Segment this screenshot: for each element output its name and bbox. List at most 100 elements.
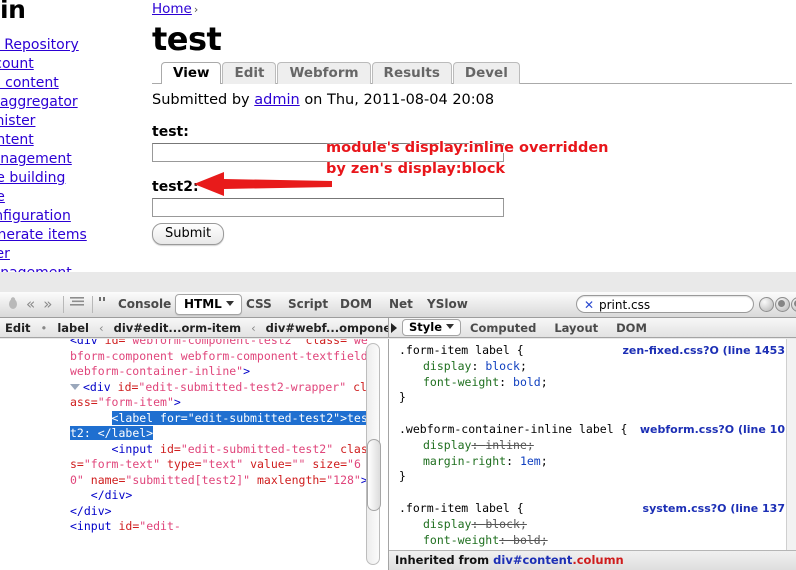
tab-edit[interactable]: Edit [222, 62, 277, 84]
firebug-tab-net[interactable]: Net [389, 296, 413, 313]
submitted-user-link[interactable]: admin [254, 92, 299, 108]
input-test2[interactable] [152, 198, 504, 217]
firebug-search-input[interactable]: ✕ print.css [576, 295, 754, 313]
sidebar-item-9[interactable]: configuration [0, 206, 104, 225]
css-rule-2-decl-0[interactable]: display: block; [399, 517, 796, 533]
crumb-edit[interactable]: Edit [0, 321, 36, 335]
css-rule-2-prop-0[interactable]: display [399, 517, 471, 533]
sidebar-link-6[interactable]: management [0, 150, 72, 168]
sidebar-item-5[interactable]: Content [0, 130, 104, 149]
sidebar-item-12[interactable]: management [0, 263, 104, 272]
css-rule-2-prop-1[interactable]: font-weight [399, 533, 499, 549]
inherited-tag-selector[interactable]: div#content [493, 553, 572, 569]
tab-results[interactable]: Results [371, 62, 452, 84]
firebug-toolbar-button-3[interactable] [791, 297, 796, 312]
firebug-tab-css[interactable]: CSS [246, 296, 272, 313]
clear-search-icon[interactable]: ✕ [584, 297, 594, 313]
firebug-tab-script[interactable]: Script [288, 296, 328, 313]
tab-devel[interactable]: Devel [452, 62, 520, 84]
css-rule-0-decl-1[interactable]: font-weight: bold; [399, 375, 796, 391]
chevron-down-icon[interactable] [225, 301, 234, 306]
style-chevron-down-icon[interactable] [446, 324, 455, 329]
screenshot-root: in ital Repository account ate content e… [0, 0, 796, 570]
css-rule-2-decl-1[interactable]: font-weight: bold; [399, 533, 796, 549]
css-rule-1-prop-0[interactable]: display [399, 438, 471, 454]
tab-webform[interactable]: Webform [277, 62, 371, 84]
forward-chevron-icon[interactable]: » [43, 296, 52, 312]
side-tab-style[interactable]: Style [402, 319, 462, 336]
sidebar-link-5[interactable]: Content [0, 131, 34, 149]
css-rule-0-prop-0[interactable]: display [399, 359, 471, 375]
css-rule-0-decl-0[interactable]: display: block; [399, 359, 796, 375]
sidebar-link-0[interactable]: ital Repository [0, 36, 79, 54]
inherited-class-selector[interactable]: .column [572, 553, 623, 569]
list-lines-icon[interactable] [70, 296, 84, 308]
crumb-label[interactable]: label [52, 321, 94, 335]
css-rule-2-val-0[interactable]: block [485, 517, 520, 531]
quote-marks-icon[interactable] [97, 296, 107, 308]
css-rule-0-source[interactable]: zen-fixed.css?O (line 1453) [622, 343, 790, 359]
sidebar-item-6[interactable]: management [0, 149, 104, 168]
css-rule-1-val-1[interactable]: 1em [520, 454, 541, 468]
side-tab-layout[interactable]: Layout [545, 321, 607, 335]
sidebar-item-4[interactable]: minister [0, 111, 104, 130]
firebug-tab-html[interactable]: HTML [175, 294, 242, 315]
sidebar-link-11[interactable]: User [0, 245, 10, 263]
sidebar-item-1[interactable]: account [0, 54, 104, 73]
sidebar-item-0[interactable]: ital Repository [0, 35, 104, 54]
side-panel-expand-arrow-icon[interactable] [391, 322, 397, 333]
css-rule-1-decl-1[interactable]: margin-right: 1em; [399, 454, 796, 470]
sidebar-item-8[interactable]: Site [0, 187, 104, 206]
sidebar-link-3[interactable]: ed aggregator [0, 93, 78, 111]
firebug-options-icon-group[interactable] [97, 296, 107, 308]
expand-twisty-icon[interactable] [70, 383, 80, 390]
css-rule-1-prop-1[interactable]: margin-right [399, 454, 506, 470]
tab-view[interactable]: View [161, 62, 222, 84]
firebug-history-nav[interactable]: « » [26, 296, 52, 312]
firebug-tab-yslow[interactable]: YSlow [427, 296, 468, 313]
firebug-logo-icon[interactable] [6, 296, 20, 310]
css-rule-1-val-0[interactable]: inline [485, 438, 527, 452]
sidebar-link-1[interactable]: account [0, 55, 34, 73]
crumb-div-form-item[interactable]: div#edit...orm-item [109, 321, 246, 335]
css-rule-0-val-0[interactable]: block [485, 359, 520, 373]
sidebar-link-10[interactable]: Generate items [0, 226, 87, 244]
firebug-toolbar-button-1[interactable] [759, 297, 774, 312]
sidebar-link-4[interactable]: minister [0, 112, 35, 130]
firebug-toolbar-button-2[interactable] [775, 297, 790, 312]
sidebar-link-9[interactable]: configuration [0, 207, 71, 225]
html-scrollbar-thumb[interactable] [367, 439, 381, 511]
crumb-div-webform-component[interactable]: div#webf...omponent [261, 321, 388, 335]
sidebar-link-7[interactable]: Site building [0, 169, 65, 187]
sidebar-link-8[interactable]: Site [0, 188, 5, 206]
sidebar-item-7[interactable]: Site building [0, 168, 104, 187]
sidebar-item-11[interactable]: User [0, 244, 104, 263]
html-source-code[interactable]: <div id="webform-component-test2" class=… [70, 339, 370, 535]
css-style-pane[interactable]: .form-item label { zen-fixed.css?O (line… [388, 339, 796, 570]
css-rule-0-val-1[interactable]: bold [513, 375, 541, 389]
breadcrumb-home-link[interactable]: Home [152, 1, 192, 17]
css-rule-2-val-1[interactable]: bold [513, 533, 541, 547]
submit-button[interactable]: Submit [152, 223, 225, 245]
firebug-tab-console[interactable]: Console [118, 296, 171, 313]
sidebar-item-10[interactable]: Generate items [0, 225, 104, 244]
css-pane-vertical-scrollbar[interactable] [786, 339, 796, 550]
back-chevron-icon[interactable]: « [26, 296, 35, 312]
css-rule-1-decl-0[interactable]: display: inline; [399, 438, 796, 454]
css-rule-1[interactable]: .webform-container-inline label { webfor… [389, 422, 796, 485]
css-rule-1-source[interactable]: webform.css?O (line 10) [640, 422, 790, 438]
css-rule-0[interactable]: .form-item label { zen-fixed.css?O (line… [389, 343, 796, 406]
html-pane-vertical-scrollbar[interactable] [366, 343, 381, 565]
sidebar-item-2[interactable]: ate content [0, 73, 104, 92]
css-rule-2-source[interactable]: system.css?O (line 137) [643, 501, 790, 517]
firebug-list-icon-group[interactable] [70, 296, 84, 308]
firebug-tab-dom[interactable]: DOM [340, 296, 372, 313]
html-source-pane[interactable]: <div id="webform-component-test2" class=… [0, 339, 388, 570]
selected-html-line[interactable]: <label for="edit-submitted-test2">test2:… [70, 410, 368, 440]
sidebar-item-3[interactable]: ed aggregator [0, 92, 104, 111]
side-tab-computed[interactable]: Computed [461, 321, 545, 335]
css-rule-0-prop-1[interactable]: font-weight [399, 375, 499, 391]
sidebar-link-2[interactable]: ate content [0, 74, 59, 92]
sidebar-link-12[interactable]: management [0, 264, 72, 272]
side-tab-dom[interactable]: DOM [607, 321, 656, 335]
